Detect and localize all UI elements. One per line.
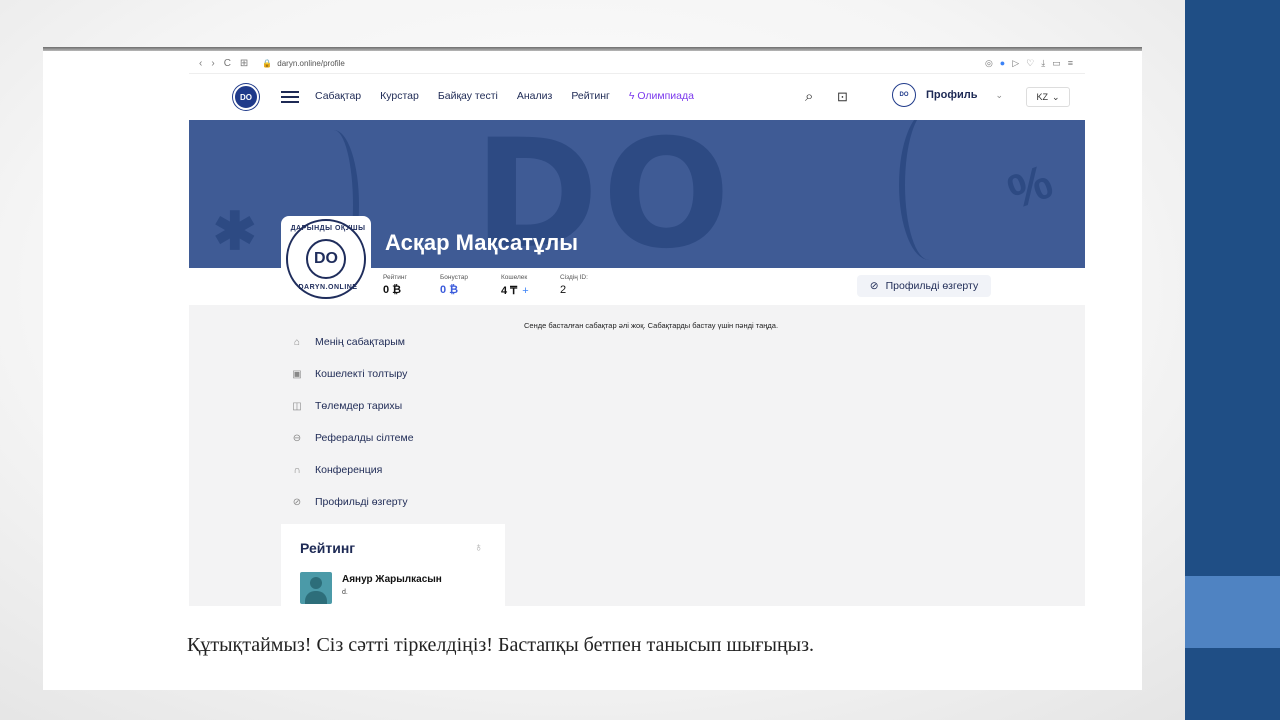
avatar [300, 572, 332, 604]
url-field[interactable]: 🔒 daryn.online/profile [262, 59, 345, 68]
slide-caption: Құтықтаймыз! Сіз сәтті тіркелдіңіз! Баст… [187, 634, 815, 656]
sidebar-item-top-up-wallet[interactable]: ▣ Кошелекті толтыру [290, 358, 414, 390]
url-text: daryn.online/profile [277, 59, 345, 68]
search-icon[interactable]: ⌕ [805, 88, 813, 105]
empty-lessons-message: Сенде басталған сабақтар әлі жоқ. Сабақт… [524, 321, 779, 330]
cart-icon[interactable]: ⊡ [837, 89, 848, 105]
menu-item-trial-test[interactable]: Байқау тесті [438, 90, 498, 102]
profile-menu[interactable]: DO Профиль ⌄ [892, 83, 1003, 107]
browser-screenshot: ‹ › C ⊞ 🔒 daryn.online/profile ◎ ● ▷ ♡ ⤓… [189, 54, 1085, 606]
browser-toolbar: ◎ ● ▷ ♡ ⤓ ▭ ≡ [985, 58, 1073, 69]
user-avatar: ДАРЫНДЫ ОҚУШЫ DO DARYN.ONLINE [281, 216, 371, 304]
slide-top-line [43, 47, 1142, 51]
back-icon[interactable]: ‹ [199, 58, 202, 69]
chevron-down-icon: ⌄ [1051, 91, 1060, 102]
sidebar-item-my-lessons[interactable]: ⌂ Менің сабақтарым [290, 326, 414, 358]
wallet-icon: ▣ [292, 368, 302, 380]
edit-icon: ⊘ [292, 496, 302, 508]
banner-decor: % [1001, 155, 1060, 220]
profile-label: Профиль [926, 89, 978, 101]
user-name: Асқар Мақсатұлы [385, 230, 578, 255]
main-menu: Сабақтар Курстар Байқау тесті Анализ Рей… [315, 90, 694, 102]
rating-user-sub: d. [342, 589, 348, 596]
headset-icon: ∩ [293, 464, 301, 476]
history-icon: ◫ [292, 400, 302, 412]
browser-address-bar: ‹ › C ⊞ 🔒 daryn.online/profile ◎ ● ▷ ♡ ⤓… [189, 54, 1085, 74]
menu-item-lessons[interactable]: Сабақтар [315, 90, 361, 102]
site-logo[interactable]: DO [233, 84, 259, 110]
profile-sidebar: ⌂ Менің сабақтарым ▣ Кошелекті толтыру ◫… [290, 326, 414, 518]
edit-profile-button[interactable]: ⊘ Профильді өзгерту [857, 275, 991, 297]
rating-user-name: Аянур Жарылкасын [342, 574, 442, 585]
lightning-icon: ϟ [628, 90, 635, 102]
menu-icon[interactable]: ≡ [1068, 58, 1073, 69]
sidebar-item-edit-profile[interactable]: ⊘ Профильді өзгерту [290, 486, 414, 518]
rating-card: Рейтинг ♁ Аянур Жарылкасын d. [281, 524, 505, 606]
link-icon: ⊖ [292, 432, 302, 444]
book-icon: ⌂ [293, 336, 301, 348]
play-icon[interactable]: ▷ [1012, 58, 1019, 69]
battery-icon: ▭ [1052, 58, 1061, 68]
camera-icon[interactable]: ◎ [985, 58, 993, 69]
tabs-grid-icon[interactable]: ⊞ [240, 58, 248, 69]
download-icon[interactable]: ⤓ [1041, 58, 1045, 69]
site-header: DO Сабақтар Курстар Байқау тесті Анализ … [189, 76, 1085, 120]
sidebar-item-conference[interactable]: ∩ Конференция [290, 454, 414, 486]
avatar-emblem: ДАРЫНДЫ ОҚУШЫ DO DARYN.ONLINE [286, 219, 366, 299]
menu-item-olympiad[interactable]: ϟ Олимпиада [629, 90, 694, 102]
stat-bonuses: Бонустар 0 ₿ [440, 274, 469, 296]
menu-item-courses[interactable]: Курстар [380, 90, 419, 102]
stat-wallet: Кошелек 4 ₸ + [501, 274, 529, 297]
sidebar-item-referral-link[interactable]: ⊖ Рефералды сілтеме [290, 422, 414, 454]
add-funds-button[interactable]: + [522, 285, 528, 297]
browser-nav-buttons: ‹ › C ⊞ [199, 58, 248, 69]
stat-user-id: Сіздің ID: 2 [560, 274, 588, 296]
chevron-down-icon: ⌄ [995, 89, 1004, 100]
lock-icon: 🔒 [262, 59, 273, 68]
rating-title: Рейтинг [300, 540, 356, 556]
sidebar-item-payment-history[interactable]: ◫ Төлемдер тарихы [290, 390, 414, 422]
reload-icon[interactable]: C [224, 58, 231, 69]
language-select[interactable]: KZ ⌄ [1026, 87, 1070, 107]
hamburger-icon[interactable] [281, 91, 299, 103]
right-decor-accent [1185, 576, 1280, 648]
banner-decor: ✱ [213, 203, 257, 261]
menu-item-analysis[interactable]: Анализ [517, 90, 552, 102]
forward-icon[interactable]: › [211, 58, 214, 69]
menu-item-rating[interactable]: Рейтинг [571, 90, 610, 102]
stat-rating: Рейтинг 0 ₿ [383, 274, 407, 296]
edit-icon: ⊘ [869, 280, 879, 292]
lightbulb-icon[interactable]: ♁ [474, 540, 483, 554]
profile-avatar: DO [892, 83, 916, 107]
rating-list-item[interactable]: Аянур Жарылкасын d. [300, 572, 442, 604]
shield-icon[interactable]: ● [1000, 58, 1005, 69]
banner-decor [899, 120, 959, 260]
heart-icon[interactable]: ♡ [1026, 58, 1034, 69]
